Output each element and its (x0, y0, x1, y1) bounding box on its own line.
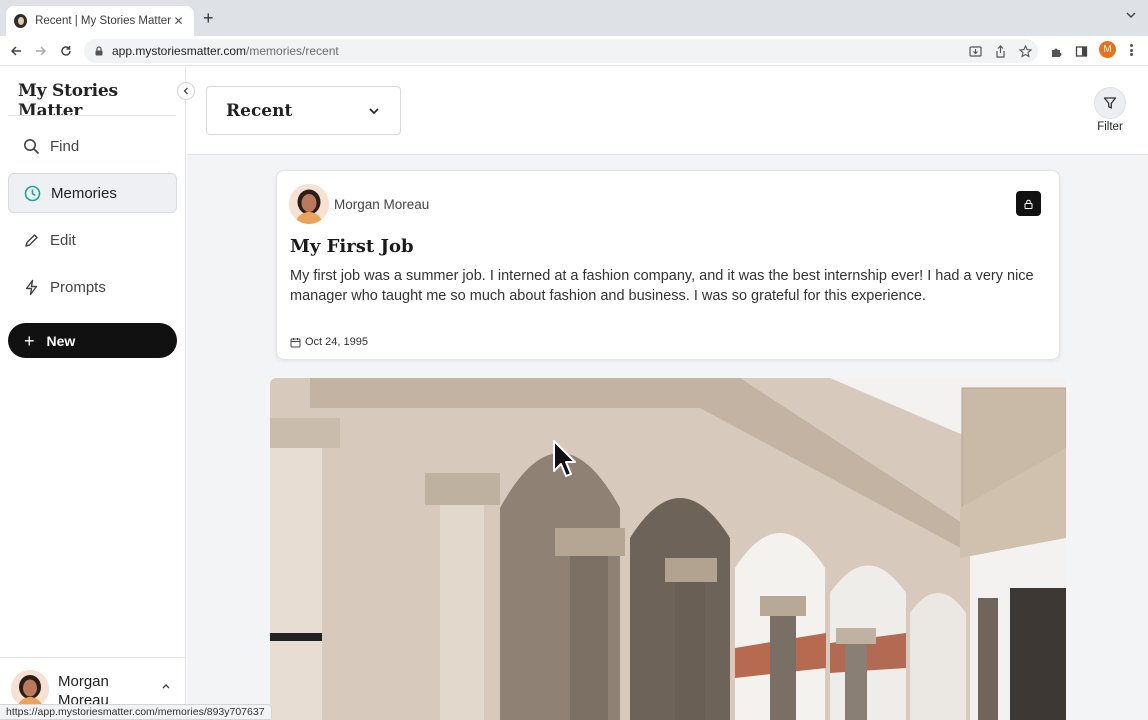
browser-toolbar: app.mystoriesmatter.com/memories/recent (0, 36, 1148, 66)
calendar-icon (290, 337, 301, 347)
author-avatar (289, 184, 329, 224)
back-icon[interactable] (6, 41, 26, 61)
reload-icon[interactable] (56, 41, 76, 61)
author-name[interactable]: Morgan Moreau (334, 197, 429, 212)
url-path: /memories/recent (246, 44, 339, 58)
filter-label: Filter (1097, 121, 1123, 133)
memory-date: Oct 24, 1995 (290, 336, 368, 348)
status-bar-url: https://app.mystoriesmatter.com/memories… (0, 704, 272, 720)
memory-date-text: Oct 24, 1995 (305, 336, 368, 348)
mouse-cursor-icon (553, 440, 576, 477)
tab-search-chevron-icon[interactable] (1126, 10, 1136, 20)
view-select-label: Recent (226, 100, 293, 121)
new-button-label: New (46, 332, 76, 349)
filter-button[interactable] (1094, 87, 1126, 119)
extensions-icon[interactable] (1048, 43, 1064, 59)
install-icon[interactable] (967, 43, 983, 59)
sidebar-divider (8, 115, 176, 116)
private-lock-badge[interactable] (1016, 191, 1041, 216)
sidebar-item-edit[interactable]: Edit (8, 220, 177, 260)
filter-icon (1103, 97, 1117, 109)
bookmark-star-icon[interactable] (1017, 43, 1033, 59)
share-icon[interactable] (992, 43, 1008, 59)
profile-avatar[interactable]: M (1099, 41, 1116, 58)
tab-close-icon[interactable]: ✕ (171, 14, 186, 28)
plus-icon: + (24, 330, 35, 351)
view-select[interactable]: Recent (206, 86, 401, 135)
collapse-sidebar-button[interactable] (177, 82, 195, 100)
memory-title[interactable]: My First Job (290, 236, 414, 257)
tab-title: Recent | My Stories Matter (35, 15, 172, 27)
search-icon (22, 137, 40, 155)
chevron-left-icon (183, 87, 188, 95)
browser-tab[interactable]: Recent | My Stories Matter ✕ (6, 6, 194, 36)
main-content: Recent Filter Morgan Moreau My First Job… (187, 67, 1148, 720)
sidebar: My Stories Matter Find Memories Edit Pro… (0, 67, 186, 720)
address-bar[interactable]: app.mystoriesmatter.com/memories/recent (84, 39, 1038, 63)
sidebar-item-label: Find (50, 137, 80, 155)
palace-colonnade-image (270, 378, 1066, 720)
favicon-icon (14, 14, 28, 28)
sidebar-item-label: Edit (50, 231, 76, 249)
lightning-icon (22, 278, 40, 296)
new-memory-button[interactable]: + New (8, 323, 177, 358)
memory-photo[interactable] (270, 378, 1066, 720)
lock-icon (1024, 199, 1033, 209)
sidebar-item-find[interactable]: Find (8, 126, 177, 166)
memory-card[interactable]: Morgan Moreau My First Job My first job … (276, 170, 1060, 360)
browser-menu-icon[interactable] (1126, 42, 1136, 58)
pencil-icon (22, 231, 40, 249)
lock-icon (95, 46, 103, 56)
sidebar-item-memories[interactable]: Memories (8, 173, 177, 213)
chevron-down-icon (369, 107, 379, 114)
side-panel-icon[interactable] (1073, 43, 1089, 59)
chevron-up-icon (162, 684, 170, 689)
browser-tab-strip: Recent | My Stories Matter ✕ + (0, 0, 1148, 36)
memory-body: My first job was a summer job. I interne… (290, 268, 1034, 304)
url-host: app.mystoriesmatter.com (112, 44, 247, 58)
sidebar-item-prompts[interactable]: Prompts (8, 267, 177, 307)
sidebar-item-label: Prompts (50, 278, 106, 296)
sidebar-item-label: Memories (51, 184, 117, 202)
avatar (11, 670, 49, 708)
clock-icon (23, 184, 41, 202)
main-header: Recent Filter (187, 67, 1148, 155)
forward-icon[interactable] (31, 41, 51, 61)
new-tab-icon[interactable]: + (203, 9, 214, 27)
